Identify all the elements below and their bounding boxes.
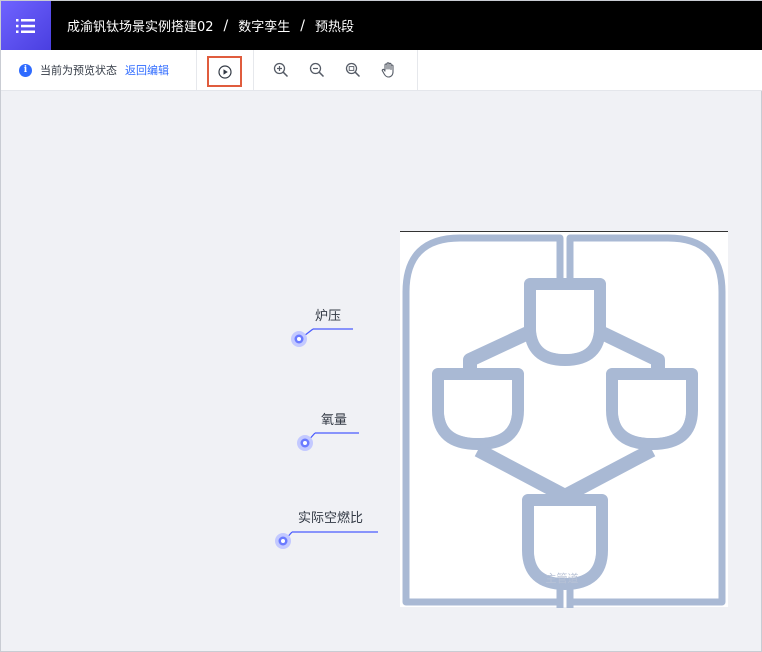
- list-menu-icon: [16, 18, 35, 33]
- pan-button[interactable]: [379, 60, 399, 80]
- sensor-pointer-icon: [297, 432, 359, 451]
- back-to-edit-link[interactable]: 返回编辑: [125, 62, 169, 78]
- breadcrumb-item-current: 预热段: [315, 20, 355, 35]
- zoom-in-button[interactable]: [271, 60, 291, 80]
- sensor-oxygen[interactable]: 氧量: [295, 409, 365, 453]
- preview-status-text: 当前为预览状态: [40, 64, 117, 77]
- sensor-air-fuel-ratio[interactable]: 实际空燃比: [272, 507, 382, 551]
- top-bar: 成渝钒钛场景实例搭建02 / 数字孪生 / 预热段: [1, 1, 762, 50]
- zoom-out-icon: [309, 62, 325, 78]
- play-icon: [217, 64, 232, 79]
- play-button[interactable]: [207, 56, 242, 87]
- diagram-label: 主管道: [546, 571, 579, 585]
- breadcrumb-separator: /: [300, 17, 305, 34]
- breadcrumb: 成渝钒钛场景实例搭建02 / 数字孪生 / 预热段: [67, 16, 355, 36]
- toolbar: i 当前为预览状态 返回编辑: [1, 50, 762, 91]
- furnace-diagram[interactable]: 主管道: [400, 231, 728, 608]
- info-icon: i: [19, 63, 32, 77]
- sensor-furnace-pressure[interactable]: 炉压: [289, 305, 359, 349]
- zoom-fit-icon: [345, 62, 361, 78]
- zoom-out-button[interactable]: [307, 60, 327, 80]
- toolbar-divider: [417, 50, 418, 90]
- breadcrumb-item-project[interactable]: 成渝钒钛场景实例搭建02: [67, 16, 214, 35]
- pan-hand-icon: [381, 62, 394, 78]
- toolbar-divider: [253, 50, 254, 90]
- preview-status: i 当前为预览状态 返回编辑: [1, 50, 197, 90]
- breadcrumb-separator: /: [223, 17, 229, 34]
- sensor-pointer-icon: [291, 328, 353, 347]
- furnace-pipeline-graphic: 主管道: [402, 234, 726, 608]
- menu-button[interactable]: [1, 1, 51, 50]
- zoom-in-icon: [273, 62, 289, 78]
- sensor-pointer-icon: [275, 531, 378, 549]
- breadcrumb-item-digital-twin[interactable]: 数字孪生: [238, 16, 290, 35]
- zoom-fit-button[interactable]: [343, 60, 363, 80]
